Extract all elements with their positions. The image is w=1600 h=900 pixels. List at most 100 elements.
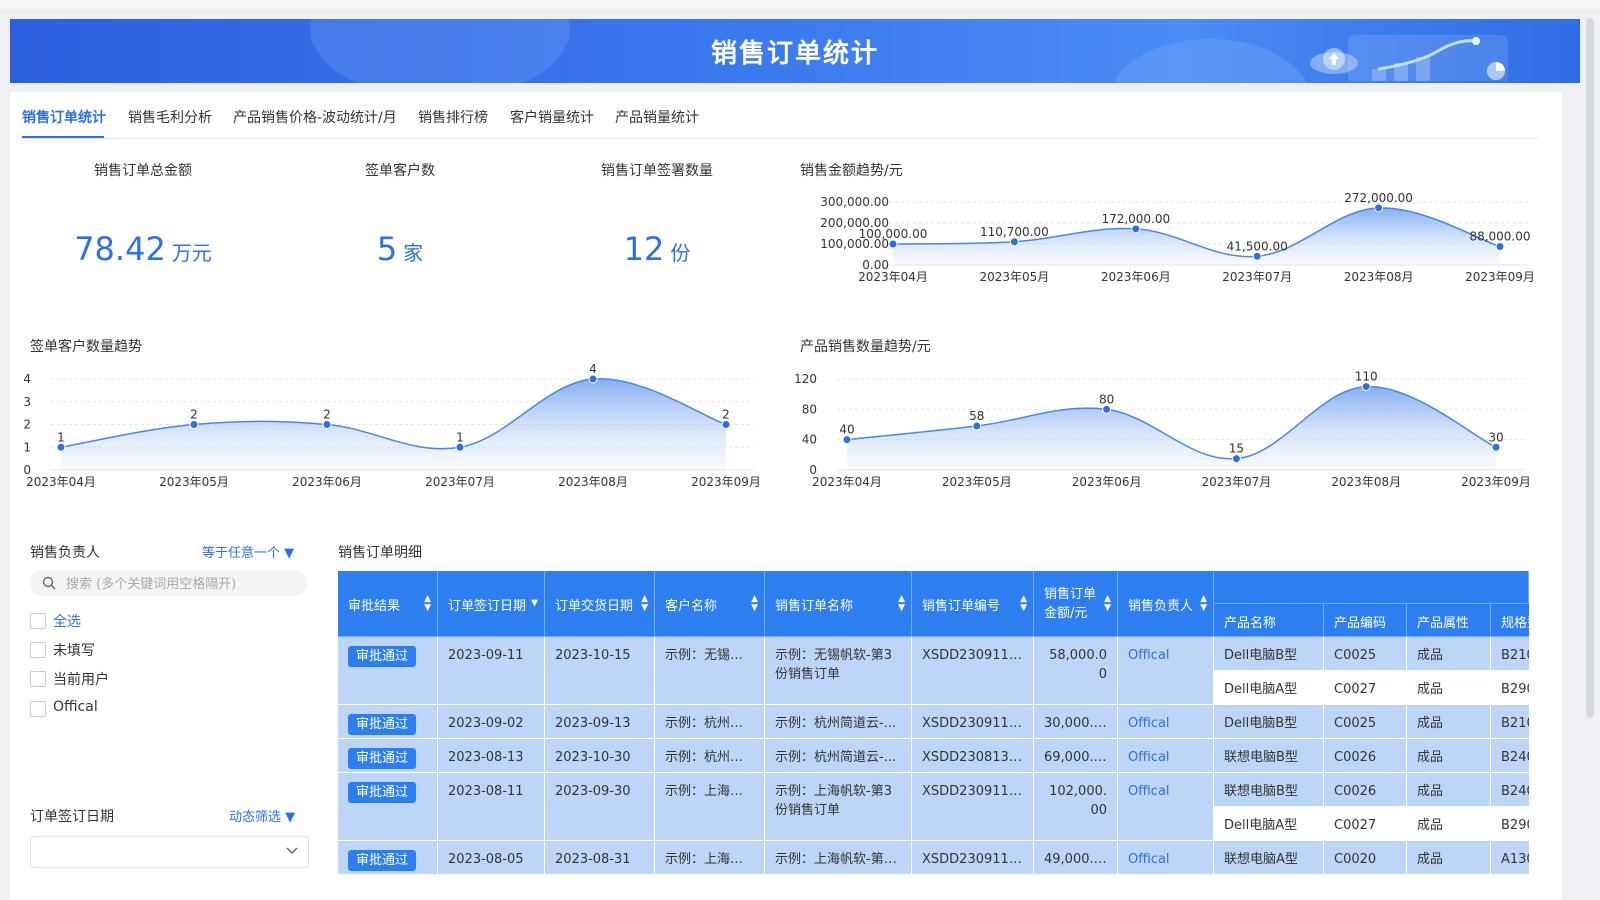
cell-text: 2023-10-30 [555,750,631,765]
checkbox-box[interactable] [30,671,46,687]
y-tick-label: 300,000.00 [820,195,889,209]
sort-icon[interactable]: ▲ ▼ [424,594,431,613]
header-delivery-date[interactable]: 订单交货日期 ▲ ▼ [545,571,655,637]
data-point[interactable] [322,420,332,429]
cell-owner[interactable]: Offical [1118,773,1214,841]
cell-sign-date: 2023-08-11 [438,773,545,841]
cell-customer-name: 示例：上海帆软 [655,773,765,841]
cell-text: 成品 [1417,852,1444,867]
data-label: 2 [323,408,331,422]
checkbox-box[interactable] [30,613,46,629]
data-point[interactable] [1374,203,1384,213]
header-customer-name[interactable]: 客户名称 ▲ ▼ [655,571,765,637]
cell-approval-result[interactable]: 审批通过 [338,841,438,875]
cell-approval-result[interactable]: 审批通过 [338,637,438,705]
sort-icon[interactable]: ▲ ▼ [641,594,648,613]
header-product-attr[interactable]: 产品属性 [1407,604,1491,637]
cell-approval-result[interactable]: 审批通过 [338,705,438,739]
cell-approval-result[interactable]: 审批通过 [338,773,438,841]
header-product-code[interactable]: 产品编码 [1324,604,1407,637]
cell-text: 2023-08-31 [555,852,631,867]
cell-sign-date: 2023-08-13 [438,739,545,773]
header-label: 产品名称 [1224,616,1277,631]
cell-text: 示例：无锡帆软 [665,648,754,663]
data-point[interactable] [1131,224,1141,234]
owner-search-box [30,570,307,596]
cell-owner[interactable]: Offical [1118,637,1214,705]
data-point[interactable] [455,442,465,452]
header-owner[interactable]: 销售负责人 ▲ ▼ [1118,571,1214,637]
tab-customer-sales[interactable]: 客户销量统计 [510,107,594,127]
data-point[interactable] [1252,251,1262,261]
owner-filter-mode-dropdown[interactable]: 等于任意一个 ▼ [202,542,294,561]
y-tick-label: 80 [802,402,817,416]
header-order-amount[interactable]: 销售订单金额/元 ▲ ▼ [1034,571,1118,637]
approved-badge[interactable]: 审批通过 [348,646,417,667]
header-order-name[interactable]: 销售订单名称 ▲ ▼ [765,571,912,637]
x-tick-label: 2023年04月 [812,475,882,489]
checkbox-box[interactable] [30,701,46,717]
data-point[interactable] [1495,242,1505,252]
cell-text: 示例：杭州简... [665,750,754,765]
cell-order-no: XSDD230813-01 [912,739,1034,773]
tab-sales-order-stats[interactable]: 销售订单统计 [22,107,106,127]
vertical-scrollbar[interactable] [1586,18,1594,718]
cell-text: 49,000.00 [1044,852,1107,867]
approved-badge[interactable]: 审批通过 [348,850,417,871]
header-label: 规格型 [1501,616,1529,631]
data-point[interactable] [588,374,598,384]
cell-text: C0020 [1334,852,1377,867]
owner-search-input[interactable] [64,573,303,595]
cell-text: XSDD230813-01 [922,750,1023,765]
approved-badge[interactable]: 审批通过 [348,782,417,803]
cell-product-code: C0027 [1324,807,1407,841]
x-tick-label: 2023年07月 [425,475,495,489]
data-point[interactable] [56,442,66,452]
sort-icon[interactable]: ▲ ▼ [751,594,758,613]
data-point[interactable] [1231,454,1241,464]
sort-icon[interactable]: ▲ ▼ [898,594,905,613]
data-point[interactable] [842,435,852,445]
data-point[interactable] [721,420,731,429]
checkbox-box[interactable] [30,642,46,658]
sign-date-filter-mode-dropdown[interactable]: 动态筛选 ▼ [229,806,295,825]
data-label: 30 [1488,430,1503,444]
caret-down-icon: ▼ [284,546,295,561]
amount-chart-title: 销售金额趋势/元 [800,163,903,179]
tab-gross-profit[interactable]: 销售毛利分析 [128,107,212,127]
cell-owner[interactable]: Offical [1118,705,1214,739]
cell-customer-name: 示例：杭州简... [655,705,765,739]
approved-badge[interactable]: 审批通过 [348,714,417,735]
cell-text: 2023-08-11 [448,784,524,799]
data-point[interactable] [1361,382,1371,392]
data-point[interactable] [1102,404,1112,414]
header-product-name[interactable]: 产品名称 [1214,604,1324,637]
cell-owner[interactable]: Offical [1118,841,1214,875]
approved-badge[interactable]: 审批通过 [348,748,417,769]
sort-icon[interactable]: ▲ ▼ [1200,594,1207,613]
data-point[interactable] [189,420,199,429]
x-tick-label: 2023年08月 [1344,270,1414,284]
header-order-no[interactable]: 销售订单编号 ▲ ▼ [912,571,1034,637]
x-tick-label: 2023年06月 [292,475,362,489]
cell-text: XSDD230911-05 [922,784,1023,799]
tab-sales-ranking[interactable]: 销售排行榜 [418,107,488,127]
cell-approval-result[interactable]: 审批通过 [338,739,438,773]
sort-icon[interactable]: ▲ ▼ [1104,594,1111,613]
sign-date-select[interactable] [30,836,309,868]
header-product-spec[interactable]: 规格型 [1491,604,1529,637]
cell-owner[interactable]: Offical [1118,739,1214,773]
header-sign-date[interactable]: 订单签订日期 ▼ [438,571,545,637]
data-point[interactable] [888,239,898,249]
data-point[interactable] [1491,442,1501,452]
sort-desc-icon[interactable]: ▼ [531,599,538,608]
data-point[interactable] [1009,237,1019,247]
tab-product-sales[interactable]: 产品销量统计 [615,107,699,127]
kpi-number: 78.42 [74,230,166,268]
cell-text: 2023-09-30 [555,784,631,799]
header-approval-result[interactable]: 审批结果 ▲ ▼ [338,571,438,637]
sort-icon[interactable]: ▲ ▼ [1020,594,1027,613]
tab-price-fluctuation[interactable]: 产品销售价格-波动统计/月 [233,107,397,127]
cell-text: 联想电脑A型 [1224,852,1298,867]
data-point[interactable] [972,421,982,431]
